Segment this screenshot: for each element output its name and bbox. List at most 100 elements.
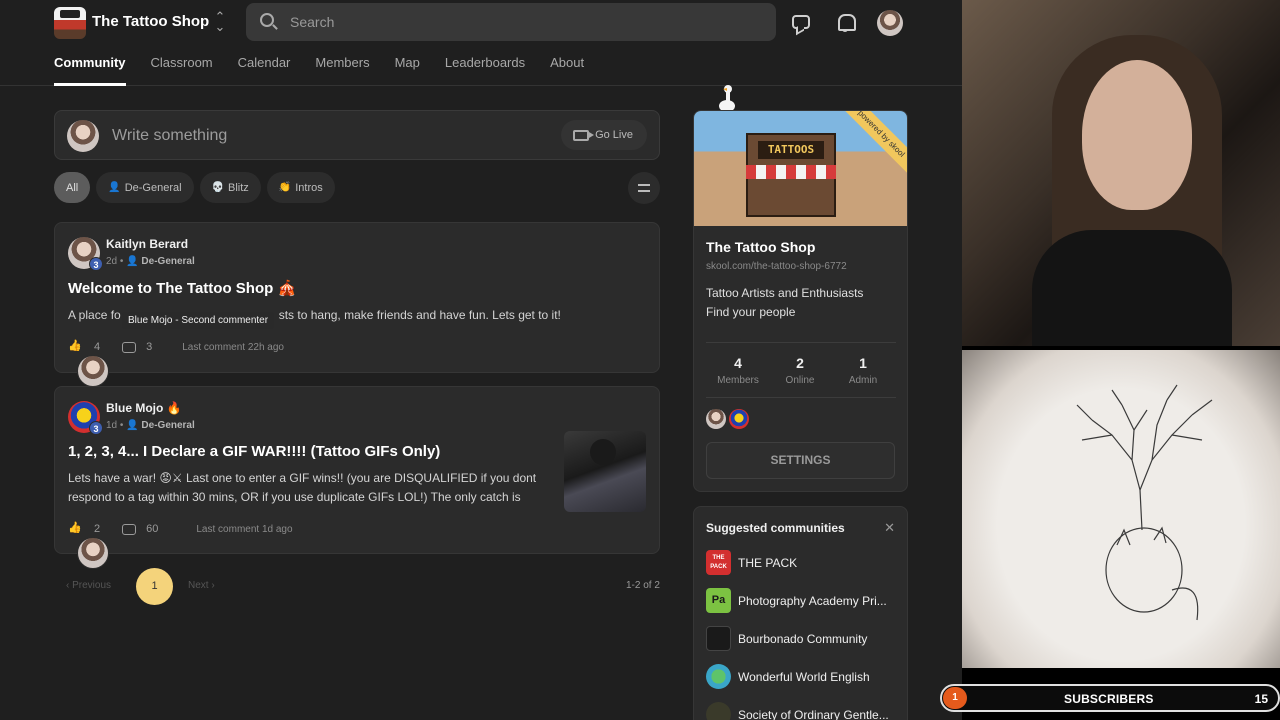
comment-icon[interactable]	[122, 341, 137, 353]
community-name[interactable]: The Tattoo Shop	[92, 13, 209, 30]
tab-community[interactable]: Community	[54, 52, 126, 86]
stat-label: Online	[785, 375, 815, 386]
commenter-tooltip: Blue Mojo - Second commenter	[122, 312, 275, 329]
post-body-end: sts to hang, make friends and have fun. …	[278, 308, 561, 322]
clap-icon: 👏	[278, 182, 292, 193]
community-logo	[706, 664, 731, 689]
post-category[interactable]: De-General	[141, 420, 194, 431]
tab-classroom[interactable]: Classroom	[151, 52, 213, 86]
post-card[interactable]: 3 Kaitlyn Berard 2d • 👤 De-General Welco…	[54, 222, 660, 387]
suggested-item[interactable]: Wonderful World English	[706, 664, 901, 689]
member-avatar[interactable]	[706, 409, 726, 429]
post-time: 2d	[106, 256, 118, 267]
search-input[interactable]	[290, 12, 760, 32]
filter-label: De-General	[124, 181, 182, 194]
filter-label: Blitz	[228, 181, 249, 194]
last-comment: Last comment 1d ago	[196, 523, 293, 535]
filter-de-general[interactable]: 👤 De-General	[96, 172, 194, 203]
post-meta: 2d • 👤 De-General	[106, 256, 195, 267]
next-page-button[interactable]: Next ›	[188, 580, 215, 591]
post-category[interactable]: De-General	[141, 256, 194, 267]
notification-bell-icon[interactable]	[836, 13, 856, 32]
like-icon[interactable]	[68, 339, 82, 353]
next-label: Next	[188, 580, 209, 591]
comment-count: 60	[146, 523, 159, 535]
comment-icon[interactable]	[122, 523, 137, 535]
filter-intros[interactable]: 👏 Intros	[266, 172, 335, 203]
community-banner: TATTOOS powered by skool	[694, 111, 907, 226]
previous-label: Previous	[72, 580, 112, 591]
like-count: 4	[94, 341, 101, 353]
tattoo-store-illustration: TATTOOS	[746, 133, 836, 217]
previous-page-button[interactable]: ‹ Previous	[66, 580, 111, 591]
suggested-name: Photography Academy Pri...	[738, 593, 887, 608]
close-icon[interactable]: ✕	[884, 520, 895, 536]
divider	[706, 397, 896, 398]
description-line: Find your people	[706, 305, 796, 319]
user-avatar[interactable]	[877, 10, 903, 36]
filter-settings-button[interactable]	[628, 172, 660, 204]
suggested-item[interactable]: Society of Ordinary Gentle...	[706, 702, 901, 720]
post-body-start: A place fo	[68, 308, 121, 322]
filter-label: All	[66, 181, 79, 194]
like-count: 2	[94, 523, 101, 535]
community-logo[interactable]	[54, 7, 86, 39]
suggested-item[interactable]: Bourbonado Community	[706, 626, 901, 651]
member-avatars	[706, 409, 749, 429]
post-author[interactable]: Blue Mojo 🔥	[106, 401, 182, 415]
member-avatar[interactable]	[729, 409, 749, 429]
store-awning	[746, 165, 836, 179]
post-title[interactable]: 1, 2, 3, 4... I Declare a GIF WAR!!!! (T…	[68, 443, 440, 460]
subscriber-count: 1	[943, 687, 967, 709]
commenter-avatar[interactable]	[77, 355, 109, 387]
suggested-item[interactable]: THE PACK THE PACK	[706, 550, 901, 575]
stat-online[interactable]: 2 Online	[770, 355, 830, 386]
community-logo: THE PACK	[706, 550, 731, 575]
post-title[interactable]: Welcome to The Tattoo Shop 🎪	[68, 279, 296, 297]
write-something-input[interactable]: Write something	[112, 127, 227, 145]
suggested-name: Society of Ordinary Gentle...	[738, 707, 889, 720]
powered-by-ribbon[interactable]: powered by skool	[839, 111, 907, 176]
post-body: Lets have a war! 😡⚔ Last one to enter a …	[68, 471, 537, 504]
stat-admin[interactable]: 1 Admin	[833, 355, 893, 386]
tab-calendar[interactable]: Calendar	[238, 52, 291, 86]
community-description: Tattoo Artists and Enthusiasts Find your…	[706, 284, 896, 322]
tab-leaderboards[interactable]: Leaderboards	[445, 52, 525, 86]
tree-fox-tattoo-drawing	[1076, 384, 1213, 621]
stat-value: 2	[796, 355, 804, 371]
category-icon: 👤	[126, 420, 139, 431]
post-author[interactable]: Kaitlyn Berard	[106, 237, 188, 251]
tab-about[interactable]: About	[550, 52, 584, 86]
post-meta: 1d • 👤 De-General	[106, 420, 195, 431]
filter-blitz[interactable]: 💀 Blitz	[199, 172, 261, 203]
like-icon[interactable]	[68, 521, 82, 535]
chat-icon[interactable]	[792, 15, 810, 29]
filter-all[interactable]: All	[54, 172, 91, 203]
post-card[interactable]: 3 Blue Mojo 🔥 1d • 👤 De-General 1, 2, 3,…	[54, 386, 660, 569]
subscriber-goal: 15	[1254, 692, 1268, 706]
webcam-face-shape	[1082, 60, 1192, 210]
tattoo-photo	[962, 350, 1280, 668]
stat-members[interactable]: 4 Members	[708, 355, 768, 386]
level-badge: 3	[89, 421, 103, 435]
search-bar[interactable]	[246, 3, 776, 41]
stat-value: 1	[859, 355, 867, 371]
settings-button[interactable]: SETTINGS	[706, 442, 895, 479]
skool-app: The Tattoo Shop ⌃⌄ Community Classroom C…	[0, 0, 962, 720]
tab-map[interactable]: Map	[395, 52, 420, 86]
community-logo	[706, 626, 731, 651]
stat-label: Members	[717, 375, 759, 386]
commenter-avatar[interactable]	[77, 537, 109, 569]
subscriber-label: SUBSCRIBERS	[1064, 692, 1154, 706]
switch-community-icon[interactable]: ⌃ ⌄	[213, 10, 227, 33]
go-live-label: Go Live	[595, 129, 633, 141]
post-composer[interactable]: Write something Go Live	[54, 110, 660, 160]
community-url[interactable]: skool.com/the-tattoo-shop-6772	[706, 261, 847, 272]
page-number-button[interactable]: 1	[136, 568, 173, 605]
post-thumbnail[interactable]	[564, 431, 646, 512]
go-live-button[interactable]: Go Live	[561, 120, 647, 150]
suggested-item[interactable]: Pa Photography Academy Pri...	[706, 588, 901, 613]
tab-members[interactable]: Members	[315, 52, 369, 86]
suggested-communities: Suggested communities ✕ THE PACK THE PAC…	[693, 506, 908, 720]
last-comment: Last comment 22h ago	[182, 341, 284, 353]
